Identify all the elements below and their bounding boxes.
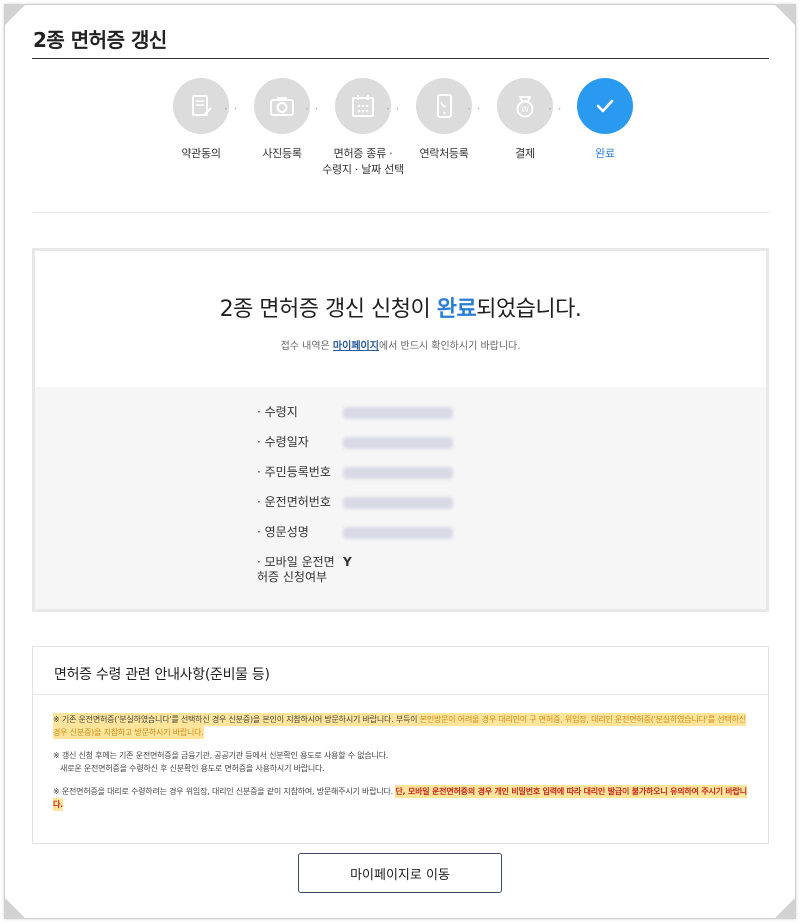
- detail-row-pickup-place: · 수령지: [257, 405, 766, 420]
- detail-row-license-number: · 운전면허번호: [257, 495, 766, 510]
- step-license-type: 면허증 종류 · 수령지 · 날짜 선택: [322, 78, 404, 178]
- detail-value-redacted: [343, 497, 453, 509]
- camera-icon: [254, 78, 310, 134]
- step-connector: · ·: [467, 102, 482, 116]
- step-label-line: 수령지 · 날짜 선택: [322, 163, 404, 176]
- notice-item: ※ 운전면허증을 대리로 수령하려는 경우 위임장, 대리인 신분증을 같이 지…: [53, 785, 748, 811]
- step-label: 면허증 종류 · 수령지 · 날짜 선택: [322, 146, 404, 178]
- notice-title: 면허증 수령 관련 안내사항(준비물 등): [33, 647, 768, 695]
- result-title: 2종 면허증 갱신 신청이 완료되었습니다.: [35, 291, 766, 323]
- detail-key: · 수령일자: [257, 435, 309, 449]
- result-details: · 수령지 · 수령일자 · 주민등록번호 · 운전면허번호 · 영문성명 · …: [35, 387, 766, 609]
- notice-list: ※ 기존 운전면허증('분실하였습니다'를 선택하신 경우 신분증)을 본인이 …: [33, 695, 768, 811]
- step-complete: 완료: [564, 78, 646, 162]
- step-connector: · ·: [224, 102, 239, 116]
- highlighted-text: ※ 기존 운전면허증('분실하였습니다'를 선택하신 경우 신분증)을 본인이 …: [53, 713, 746, 739]
- step-label-line: 면허증 종류 ·: [333, 147, 393, 160]
- frame-corner: [4, 4, 26, 26]
- title-divider: [32, 58, 769, 59]
- detail-value-redacted: [343, 407, 453, 419]
- step-label: 결제: [515, 147, 535, 160]
- progress-steps: 약관동의 · · 사진등록 · · 면허증 종류 · 수령지 · 날짜 선택 ·…: [160, 78, 640, 188]
- goto-mypage-button[interactable]: 마이페이지로 이동: [298, 853, 502, 893]
- result-sub-text: 에서 반드시 확인하시기 바랍니다.: [378, 341, 521, 352]
- step-label: 사진등록: [262, 147, 302, 160]
- step-label: 완료: [595, 147, 615, 160]
- frame-corner: [4, 897, 26, 919]
- mypage-link[interactable]: 마이페이지: [333, 341, 379, 352]
- detail-key: · 운전면허번호: [257, 495, 331, 509]
- detail-key: · 영문성명: [257, 525, 309, 539]
- detail-value-redacted: [343, 437, 453, 449]
- result-title-highlight: 완료: [436, 297, 477, 322]
- notice-panel: 면허증 수령 관련 안내사항(준비물 등) ※ 기존 운전면허증('분실하였습니…: [32, 646, 769, 844]
- step-terms: 약관동의: [160, 78, 242, 162]
- step-connector: · ·: [305, 102, 320, 116]
- calendar-icon: [335, 78, 391, 134]
- detail-key-line: 허증 신청여부: [257, 570, 328, 584]
- step-connector: · ·: [386, 102, 401, 116]
- step-payment: W 결제: [484, 78, 566, 162]
- detail-value-redacted: [343, 527, 453, 539]
- page-title: 2종 면허증 갱신: [33, 28, 167, 52]
- result-subtitle: 접수 내역은 마이페이지에서 반드시 확인하시기 바랍니다.: [35, 337, 766, 352]
- notice-text: ※ 갱신 신청 후에는 기존 운전면허증을 금융기관, 공공기관 등에서 신분확…: [53, 751, 389, 760]
- step-label: 약관동의: [181, 147, 221, 160]
- frame-corner: [774, 897, 796, 919]
- detail-row-mobile-license: · 모바일 운전면 허증 신청여부 Y: [257, 555, 766, 585]
- notice-item: ※ 기존 운전면허증('분실하였습니다'를 선택하신 경우 신분증)을 본인이 …: [53, 713, 748, 739]
- result-sub-text: 접수 내역은: [280, 341, 333, 352]
- section-divider: [32, 212, 769, 213]
- check-icon: [577, 78, 633, 134]
- detail-row-english-name: · 영문성명: [257, 525, 766, 540]
- step-label: 연락처등록: [419, 147, 469, 160]
- step-contact: 연락처등록: [403, 78, 485, 162]
- detail-value: Y: [343, 555, 352, 569]
- detail-row-pickup-date: · 수령일자: [257, 435, 766, 450]
- result-title-text: 되었습니다.: [476, 297, 582, 322]
- notice-text: ※ 기존 운전면허증('분실하였습니다'를 선택하신 경우 신분증)을 본인이 …: [53, 715, 420, 724]
- notice-text: 새로운 운전면허증을 수령하신 후 신분확인 용도로 면허증을 사용하시기 바랍…: [60, 764, 325, 773]
- detail-row-resident-number: · 주민등록번호: [257, 465, 766, 480]
- detail-key-line: · 모바일 운전면: [257, 555, 335, 569]
- detail-key: · 모바일 운전면 허증 신청여부: [257, 555, 343, 585]
- notice-item: ※ 갱신 신청 후에는 기존 운전면허증을 금융기관, 공공기관 등에서 신분확…: [53, 749, 748, 775]
- result-title-text: 2종 면허증 갱신 신청이: [219, 297, 437, 322]
- step-photo: 사진등록: [241, 78, 323, 162]
- result-panel: 2종 면허증 갱신 신청이 완료되었습니다. 접수 내역은 마이페이지에서 반드…: [32, 248, 769, 612]
- notice-text: ※ 운전면허증을 대리로 수령하려는 경우 위임장, 대리인 신분증을 같이 지…: [53, 787, 396, 796]
- svg-text:W: W: [521, 105, 529, 114]
- detail-key: · 주민등록번호: [257, 465, 331, 479]
- document-pen-icon: [173, 78, 229, 134]
- phone-icon: [416, 78, 472, 134]
- detail-value-redacted: [343, 467, 453, 479]
- frame-corner: [774, 4, 796, 26]
- step-connector: · ·: [548, 102, 563, 116]
- payment-icon: W: [497, 78, 553, 134]
- detail-key: · 수령지: [257, 405, 298, 419]
- result-header: 2종 면허증 갱신 신청이 완료되었습니다. 접수 내역은 마이페이지에서 반드…: [35, 251, 766, 387]
